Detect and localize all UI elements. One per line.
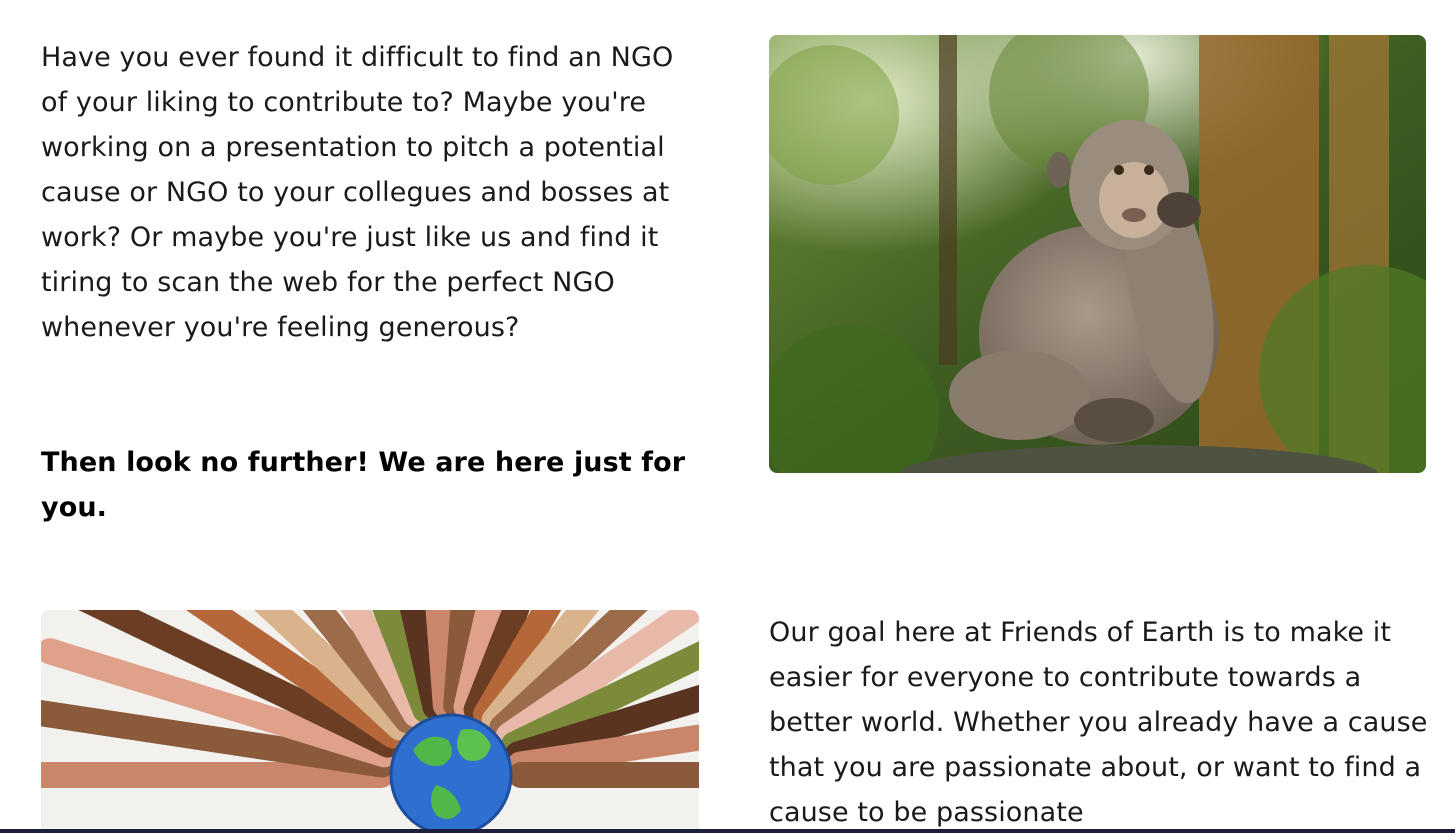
monkey-photo: [769, 35, 1426, 473]
intro-callout: Then look no further! We are here just f…: [41, 447, 686, 523]
goal-paragraph: Our goal here at Friends of Earth is to …: [769, 617, 1428, 828]
bottom-bar: [0, 829, 1455, 833]
intro-paragraph: Have you ever found it difficult to find…: [41, 42, 674, 343]
hands-globe-photo: [41, 610, 699, 833]
monkey-illustration: [769, 35, 1426, 473]
about-page: Have you ever found it difficult to find…: [0, 0, 1455, 833]
hands-globe-illustration: [41, 610, 699, 833]
